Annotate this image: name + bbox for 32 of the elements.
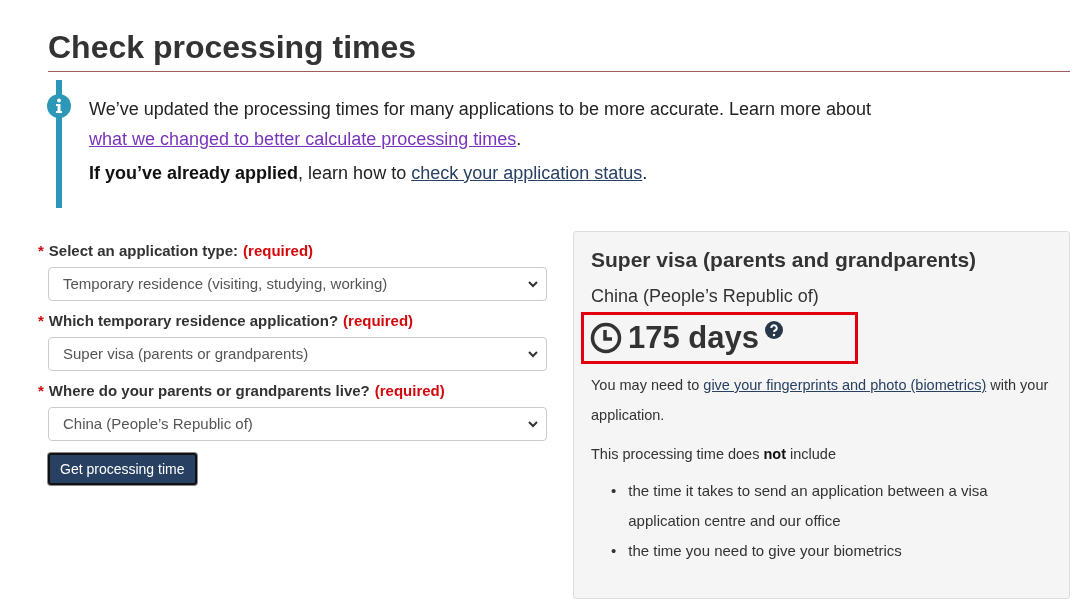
clock-icon bbox=[590, 322, 622, 354]
select-field[interactable]: Temporary residence (visiting, studying, working) bbox=[48, 267, 547, 301]
chevron-down-icon bbox=[528, 350, 538, 358]
required-label: (required) bbox=[243, 241, 314, 261]
link[interactable]: what we changed to better calculate processing times bbox=[89, 129, 517, 149]
notice-paragraph: We’ve updated the processing times for many applications to be more accurate. Learn more about what we changed to better calculate processing times. bbox=[89, 98, 873, 151]
bullet-text: the time you need to give your biometrics bbox=[628, 541, 903, 561]
link[interactable]: check your application status bbox=[411, 163, 643, 183]
result-paragraph: You may need to give your fingerprints and photo (biometrics) with your application. bbox=[591, 376, 1050, 425]
select-field[interactable]: Super visa (parents or grandparents) bbox=[48, 337, 547, 371]
result-paragraph: This processing time does not include bbox=[591, 445, 837, 464]
required-asterisk: * bbox=[38, 311, 44, 331]
result-heading: Super visa (parents and grandparents) bbox=[591, 247, 978, 273]
bullet: • bbox=[611, 481, 617, 501]
bullet: • bbox=[611, 541, 617, 561]
field-label: Which temporary residence application? bbox=[48, 311, 339, 331]
link[interactable]: give your fingerprints and photo (biometrics) bbox=[703, 377, 987, 393]
chevron-down-icon bbox=[528, 280, 538, 288]
country-name: China (People’s Republic of) bbox=[591, 285, 820, 308]
get-processing-time-button[interactable]: Get processing time bbox=[48, 453, 197, 485]
notice-paragraph: If you’ve already applied, learn how to check your application status. bbox=[89, 162, 649, 185]
select-field[interactable]: China (People’s Republic of) bbox=[48, 407, 547, 441]
page-title: Check processing times bbox=[48, 26, 1070, 72]
required-asterisk: * bbox=[38, 241, 44, 261]
required-label: (required) bbox=[343, 311, 414, 331]
required-label: (required) bbox=[374, 381, 445, 401]
field-label: Where do your parents or grandparents live? bbox=[48, 381, 370, 401]
help-icon[interactable] bbox=[765, 321, 783, 339]
required-asterisk: * bbox=[38, 381, 44, 401]
field-label: Select an application type: bbox=[48, 241, 239, 261]
chevron-down-icon bbox=[528, 420, 538, 428]
processing-time: 175 days bbox=[628, 320, 759, 356]
